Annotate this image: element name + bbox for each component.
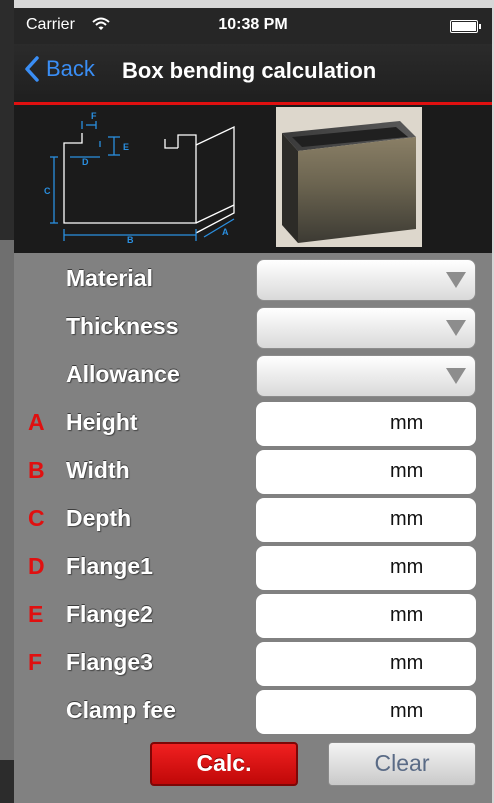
back-label: Back: [46, 56, 95, 81]
unit-label: mm: [390, 508, 424, 530]
chevron-left-icon: [25, 56, 39, 82]
flange2-input[interactable]: mm: [256, 594, 476, 638]
form-row-depth: C Depth mm: [14, 497, 492, 543]
dropdown-arrow-icon: [446, 320, 466, 336]
box-photo: [276, 107, 422, 247]
dropdown-arrow-icon: [446, 272, 466, 288]
form-row-allowance: Allowance: [14, 353, 492, 399]
header-illustrations: F E D C B A: [14, 105, 492, 253]
unit-label: mm: [390, 652, 424, 674]
diagram-label-f: F: [91, 111, 97, 121]
field-label-width: Width: [66, 457, 130, 483]
back-button[interactable]: Back: [24, 56, 95, 82]
background-app-edge-lower: [0, 240, 14, 760]
row-letter: F: [28, 649, 43, 675]
diagram-label-c: C: [44, 186, 51, 196]
field-label-height: Height: [66, 409, 138, 435]
row-letter: D: [28, 553, 45, 579]
form-row-thickness: Thickness: [14, 305, 492, 351]
status-time: 10:38 PM: [218, 16, 288, 33]
dropdown-arrow-icon: [446, 368, 466, 384]
unit-label: mm: [390, 460, 424, 482]
diagram-label-e: E: [123, 142, 129, 152]
field-label-allowance: Allowance: [66, 361, 180, 387]
form-row-flange3: F Flange3 mm: [14, 641, 492, 687]
box-dimension-diagram: F E D C B A: [44, 111, 235, 245]
form-row-height: A Height mm: [14, 401, 492, 447]
field-label-flange3: Flange3: [66, 649, 153, 675]
navigation-bar: Back Box bending calculation: [14, 44, 492, 105]
form-row-width: B Width mm: [14, 449, 492, 495]
unit-label: mm: [390, 700, 424, 722]
field-label-thickness: Thickness: [66, 313, 179, 339]
row-letter: E: [28, 601, 44, 627]
field-label-flange1: Flange1: [66, 553, 153, 579]
page-title: Box bending calculation: [122, 58, 377, 83]
field-label-depth: Depth: [66, 505, 132, 531]
status-bar: Carrier 10:38 PM: [14, 8, 492, 44]
flange3-input[interactable]: mm: [256, 642, 476, 686]
thickness-select[interactable]: [256, 307, 476, 349]
calculation-form: Material Thickness Allowance A Height mm: [14, 253, 492, 803]
allowance-select[interactable]: [256, 355, 476, 397]
row-letter: B: [28, 457, 45, 483]
form-row-flange2: E Flange2 mm: [14, 593, 492, 639]
diagram-label-b: B: [127, 235, 134, 245]
diagram-label-d: D: [82, 157, 89, 167]
material-select[interactable]: [256, 259, 476, 301]
clear-button[interactable]: Clear: [328, 742, 476, 786]
clamp-fee-input[interactable]: mm: [256, 690, 476, 734]
field-label-clamp-fee: Clamp fee: [66, 697, 176, 723]
form-row-clamp-fee: Clamp fee mm: [14, 689, 492, 735]
diagram-label-a: A: [222, 227, 229, 237]
unit-label: mm: [390, 412, 424, 434]
flange1-input[interactable]: mm: [256, 546, 476, 590]
row-letter: A: [28, 409, 45, 435]
app-screen: Carrier 10:38 PM Back Box bending calcul…: [14, 8, 492, 803]
unit-label: mm: [390, 556, 424, 578]
width-input[interactable]: mm: [256, 450, 476, 494]
field-label-flange2: Flange2: [66, 601, 153, 627]
row-letter: C: [28, 505, 45, 531]
unit-label: mm: [390, 604, 424, 626]
calc-button[interactable]: Calc.: [150, 742, 298, 786]
battery-icon: [450, 20, 481, 33]
form-row-flange1: D Flange1 mm: [14, 545, 492, 591]
form-row-material: Material: [14, 257, 492, 303]
height-input[interactable]: mm: [256, 402, 476, 446]
field-label-material: Material: [66, 265, 153, 291]
depth-input[interactable]: mm: [256, 498, 476, 542]
